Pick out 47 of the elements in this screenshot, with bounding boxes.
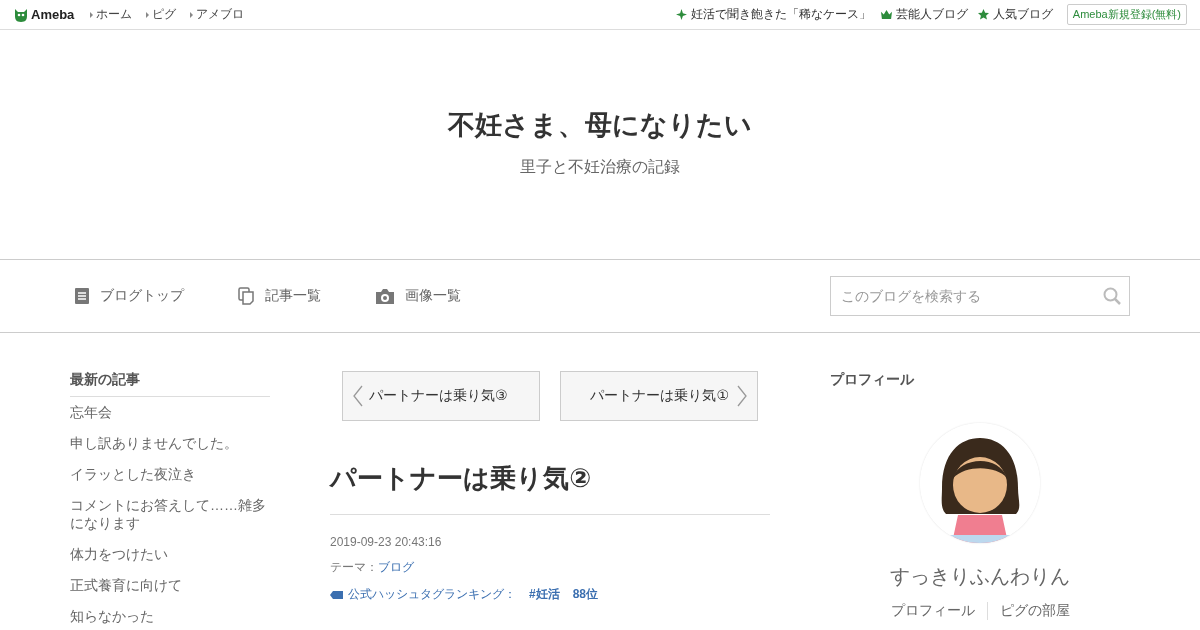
- hashtag-link[interactable]: #妊活: [529, 586, 560, 603]
- article-link[interactable]: イラッとした夜泣き: [70, 465, 270, 483]
- triangle-icon: [90, 11, 94, 18]
- triangle-icon: [146, 11, 150, 18]
- section-heading: 最新の記事: [70, 371, 270, 397]
- ranking-label[interactable]: 公式ハッシュタグランキング：: [348, 586, 516, 603]
- article-link[interactable]: 知らなかった: [70, 607, 270, 625]
- chevron-left-icon: [353, 385, 363, 407]
- triangle-icon: [190, 11, 194, 18]
- next-article-button[interactable]: パートナーは乗り気①: [560, 371, 758, 421]
- nav-link[interactable]: アメブロ: [196, 6, 245, 23]
- ranking-position[interactable]: 88位: [572, 586, 599, 603]
- blog-nav-link[interactable]: 画像一覧: [405, 287, 461, 305]
- article-link[interactable]: コメントにお答えして……雑多になります: [70, 496, 270, 532]
- article-link[interactable]: 正式養育に向けて: [70, 576, 270, 594]
- header-link[interactable]: 芸能人ブログ: [895, 6, 968, 23]
- logo[interactable]: Ameba: [31, 7, 75, 22]
- article-link[interactable]: 体力をつけたい: [70, 545, 270, 563]
- chevron-right-icon: [737, 385, 747, 407]
- blog-subtitle: 里子と不妊治療の記録: [520, 157, 680, 177]
- theme-link[interactable]: ブログ: [378, 560, 414, 574]
- blog-nav-link[interactable]: 記事一覧: [265, 287, 321, 305]
- nav-link[interactable]: ホーム: [96, 6, 133, 23]
- blog-nav-link[interactable]: ブログトップ: [100, 287, 184, 305]
- tag-icon: [330, 590, 343, 599]
- post-date: 2019-09-23 20:43:16: [330, 535, 443, 549]
- blog-title[interactable]: 不妊さま、母になりたい: [448, 107, 752, 143]
- theme-label: テーマ：: [330, 560, 378, 574]
- profile-link[interactable]: プロフィール: [878, 602, 987, 620]
- article-title: パートナーは乗り気②: [330, 461, 770, 515]
- crown-icon[interactable]: [880, 9, 892, 20]
- article-link[interactable]: 忘年会: [70, 403, 270, 421]
- sparkle-icon[interactable]: [675, 9, 687, 20]
- profile-name: すっきりふんわりん: [890, 564, 1070, 589]
- search-field[interactable]: このブログを検索する: [830, 276, 1130, 316]
- register-button[interactable]: Ameba新規登録(無料): [1066, 4, 1187, 25]
- camera-icon[interactable]: [375, 287, 395, 305]
- star-icon[interactable]: [977, 9, 989, 20]
- article-link[interactable]: 申し訳ありませんでした。: [70, 434, 270, 452]
- copy-icon[interactable]: [238, 287, 255, 305]
- profile-link[interactable]: ピグの部屋: [986, 602, 1082, 620]
- header-link[interactable]: 人気ブログ: [992, 6, 1053, 23]
- nav-link[interactable]: ピグ: [152, 6, 177, 23]
- document-icon[interactable]: [74, 287, 90, 305]
- previous-article-button[interactable]: パートナーは乗り気③: [342, 371, 540, 421]
- header-link[interactable]: 妊活で聞き飽きた「稀なケース」: [690, 6, 871, 23]
- section-heading: プロフィール: [830, 371, 914, 389]
